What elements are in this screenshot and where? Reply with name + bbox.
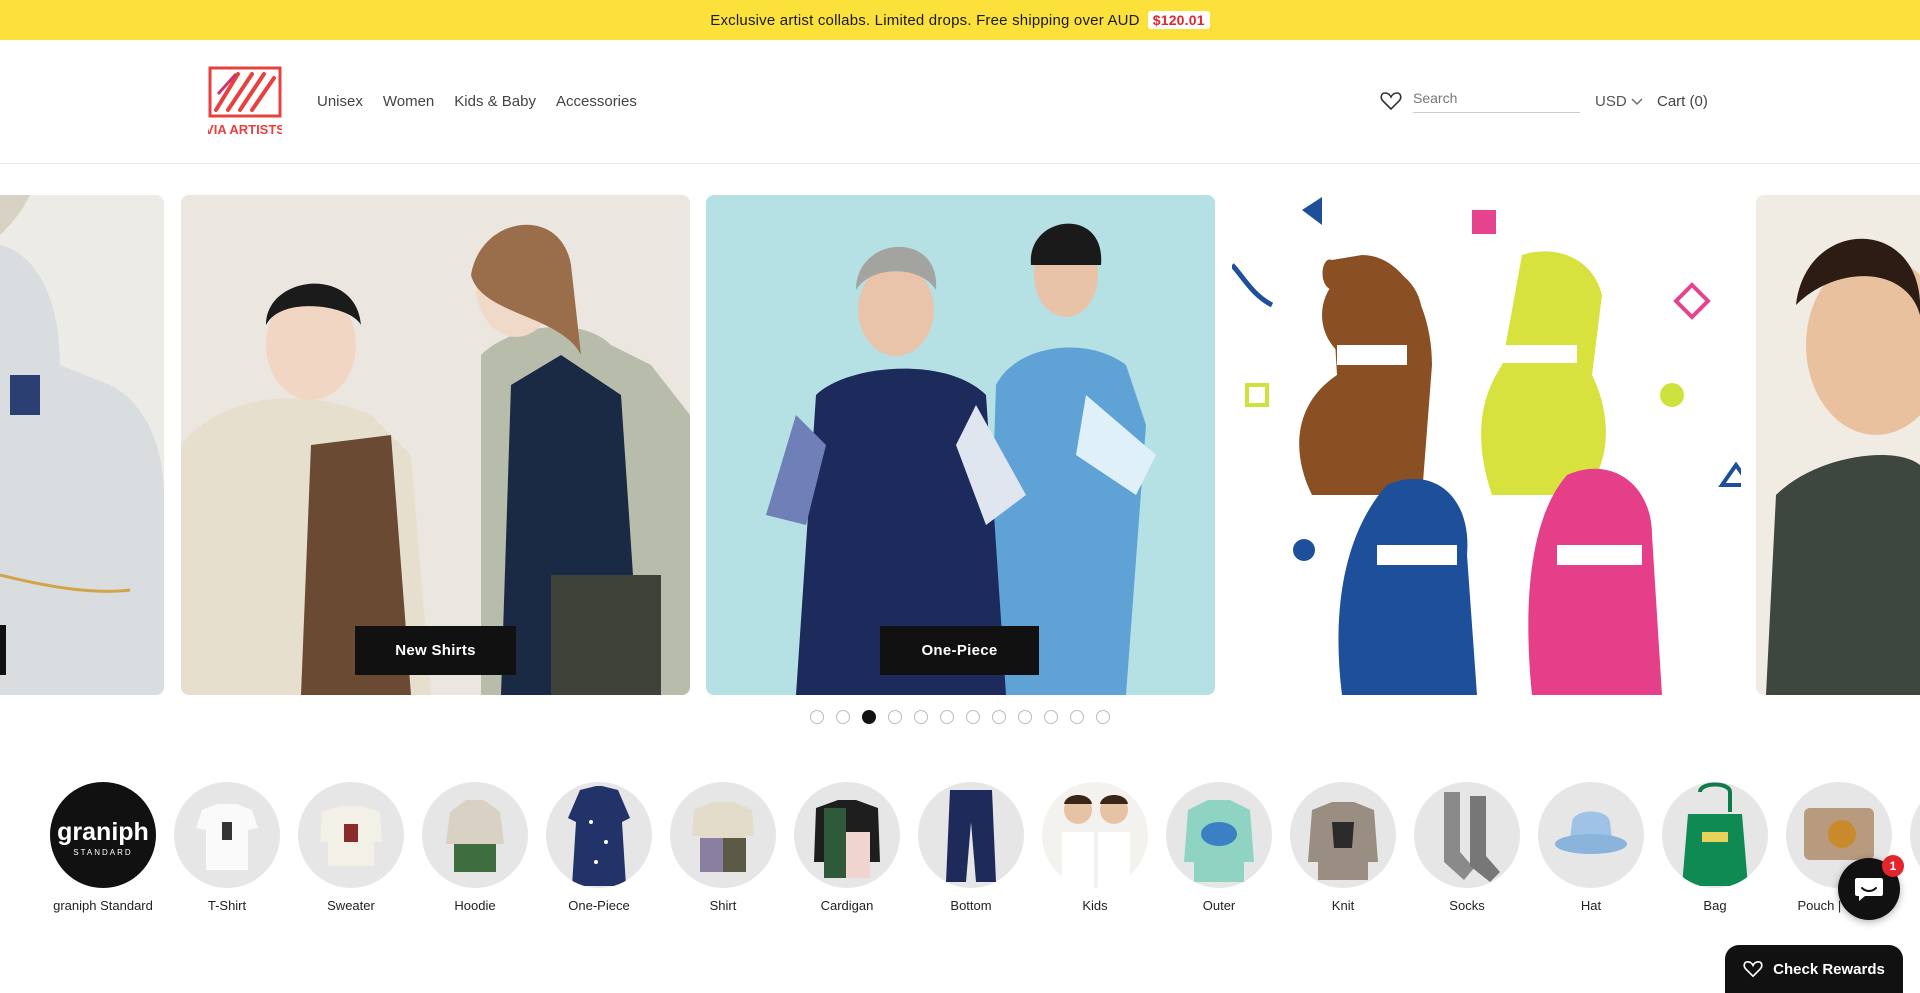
slider-dot[interactable] xyxy=(1096,710,1110,724)
slider-pagination xyxy=(810,710,1110,724)
category-hat[interactable]: Hat xyxy=(1536,780,1646,913)
category-knit[interactable]: Knit xyxy=(1288,780,1398,913)
category-one-piece[interactable]: One-Piece xyxy=(544,780,654,913)
sweater-image xyxy=(298,782,404,888)
category-label: Hoodie xyxy=(454,898,496,913)
svg-text:graniph: graniph xyxy=(57,818,149,846)
bottom-image xyxy=(918,782,1024,888)
category-next-partial[interactable] xyxy=(1908,780,1920,888)
category-label: Shirt xyxy=(709,898,737,913)
check-rewards-button[interactable]: Check Rewards xyxy=(1725,945,1903,993)
check-rewards-label: Check Rewards xyxy=(1773,960,1885,978)
bag-image xyxy=(1662,782,1768,888)
nav-women[interactable]: Women xyxy=(383,93,434,110)
tshirt-image xyxy=(174,782,280,888)
slider-dot[interactable] xyxy=(888,710,902,724)
logo-text: VIA ARTISTS xyxy=(208,122,282,137)
svg-text:STANDARD: STANDARD xyxy=(73,848,132,857)
category-label: Kids xyxy=(1082,898,1108,913)
category-label: graniph Standard xyxy=(53,898,153,913)
announcement-text: Exclusive artist collabs. Limited drops.… xyxy=(710,11,1140,29)
socks-image xyxy=(1414,782,1520,888)
cart-link[interactable]: Cart (0) xyxy=(1657,93,1708,110)
category-label: Knit xyxy=(1331,898,1355,913)
category-bottom[interactable]: Bottom xyxy=(916,780,1026,913)
category-label: Hat xyxy=(1580,898,1602,913)
slider-dot[interactable] xyxy=(836,710,850,724)
category-label: Cardigan xyxy=(820,898,874,913)
category-label: T-Shirt xyxy=(207,898,247,913)
shirt-image xyxy=(670,782,776,888)
category-sweater[interactable]: Sweater xyxy=(296,780,406,913)
search-placeholder: Search xyxy=(1413,90,1458,106)
category-hoodie[interactable]: Hoodie xyxy=(420,780,530,913)
currency-selector[interactable]: USD xyxy=(1595,93,1643,110)
chevron-down-icon xyxy=(1631,98,1643,105)
nav-accessories[interactable]: Accessories xyxy=(556,93,637,110)
nav-unisex[interactable]: Unisex xyxy=(317,93,363,110)
slider-dot[interactable] xyxy=(940,710,954,724)
announcement-bar: Exclusive artist collabs. Limited drops.… xyxy=(0,0,1920,40)
cardigan-image xyxy=(794,782,900,888)
slide-partial-left[interactable] xyxy=(0,195,164,695)
hat-image xyxy=(1538,782,1644,888)
next-category-image xyxy=(1910,782,1920,888)
category-label: One-Piece xyxy=(568,898,630,913)
slider-dot[interactable] xyxy=(1070,710,1084,724)
category-label: Bag xyxy=(1703,898,1727,913)
category-cardigan[interactable]: Cardigan xyxy=(792,780,902,913)
site-header: VIA ARTISTS Unisex Women Kids & Baby Acc… xyxy=(0,40,1920,164)
nav-kids-baby[interactable]: Kids & Baby xyxy=(454,93,536,110)
main-nav: Unisex Women Kids & Baby Accessories xyxy=(317,93,637,110)
search-input[interactable]: Search xyxy=(1413,87,1580,113)
outer-image xyxy=(1166,782,1272,888)
slide-new-shirts[interactable]: New Shirts xyxy=(181,195,690,695)
slider-dot[interactable] xyxy=(1018,710,1032,724)
knit-image xyxy=(1290,782,1396,888)
slide-one-piece[interactable]: One-Piece xyxy=(706,195,1215,695)
category-label: Sweater xyxy=(327,898,375,913)
category-graniph-standard[interactable]: graniph STANDARD graniph Standard xyxy=(48,780,158,913)
slider-dot[interactable] xyxy=(1044,710,1058,724)
category-outer[interactable]: Outer xyxy=(1164,780,1274,913)
slider-dot[interactable] xyxy=(810,710,824,724)
graniph-logo-icon: graniph STANDARD xyxy=(50,782,156,888)
chat-icon xyxy=(1855,878,1883,901)
kids-image xyxy=(1042,782,1148,888)
category-label: Outer xyxy=(1202,898,1236,913)
category-shirt[interactable]: Shirt xyxy=(668,780,778,913)
slider-dot[interactable] xyxy=(992,710,1006,724)
category-label: Bottom xyxy=(950,898,992,913)
currency-label: USD xyxy=(1595,93,1627,110)
chat-notification-badge: 1 xyxy=(1882,855,1904,877)
slider-dot[interactable] xyxy=(914,710,928,724)
one-piece-image xyxy=(546,782,652,888)
category-label: Socks xyxy=(1449,898,1485,913)
chat-button[interactable]: 1 xyxy=(1838,855,1904,920)
category-socks[interactable]: Socks xyxy=(1412,780,1522,913)
slide-partial-right[interactable] xyxy=(1756,195,1920,695)
heart-icon xyxy=(1743,960,1763,978)
category-carousel: graniph STANDARD graniph Standard T-Shir… xyxy=(0,780,1920,920)
heart-icon[interactable] xyxy=(1380,91,1402,111)
slider-dot[interactable] xyxy=(966,710,980,724)
slide-caption-new-shirts[interactable]: New Shirts xyxy=(355,626,516,675)
slider-dot-active[interactable] xyxy=(862,710,876,724)
category-bag[interactable]: Bag xyxy=(1660,780,1770,913)
slide-caption-one-piece[interactable]: One-Piece xyxy=(880,626,1039,675)
hoodie-image xyxy=(422,782,528,888)
free-shipping-threshold: $120.01 xyxy=(1147,11,1210,29)
category-tshirt[interactable]: T-Shirt xyxy=(172,780,282,913)
category-kids[interactable]: Kids xyxy=(1040,780,1150,913)
brand-logo[interactable]: VIA ARTISTS xyxy=(205,66,285,138)
hero-slider[interactable]: New Shirts One-Piece xyxy=(0,195,1920,695)
slide-bears[interactable] xyxy=(1232,195,1741,695)
